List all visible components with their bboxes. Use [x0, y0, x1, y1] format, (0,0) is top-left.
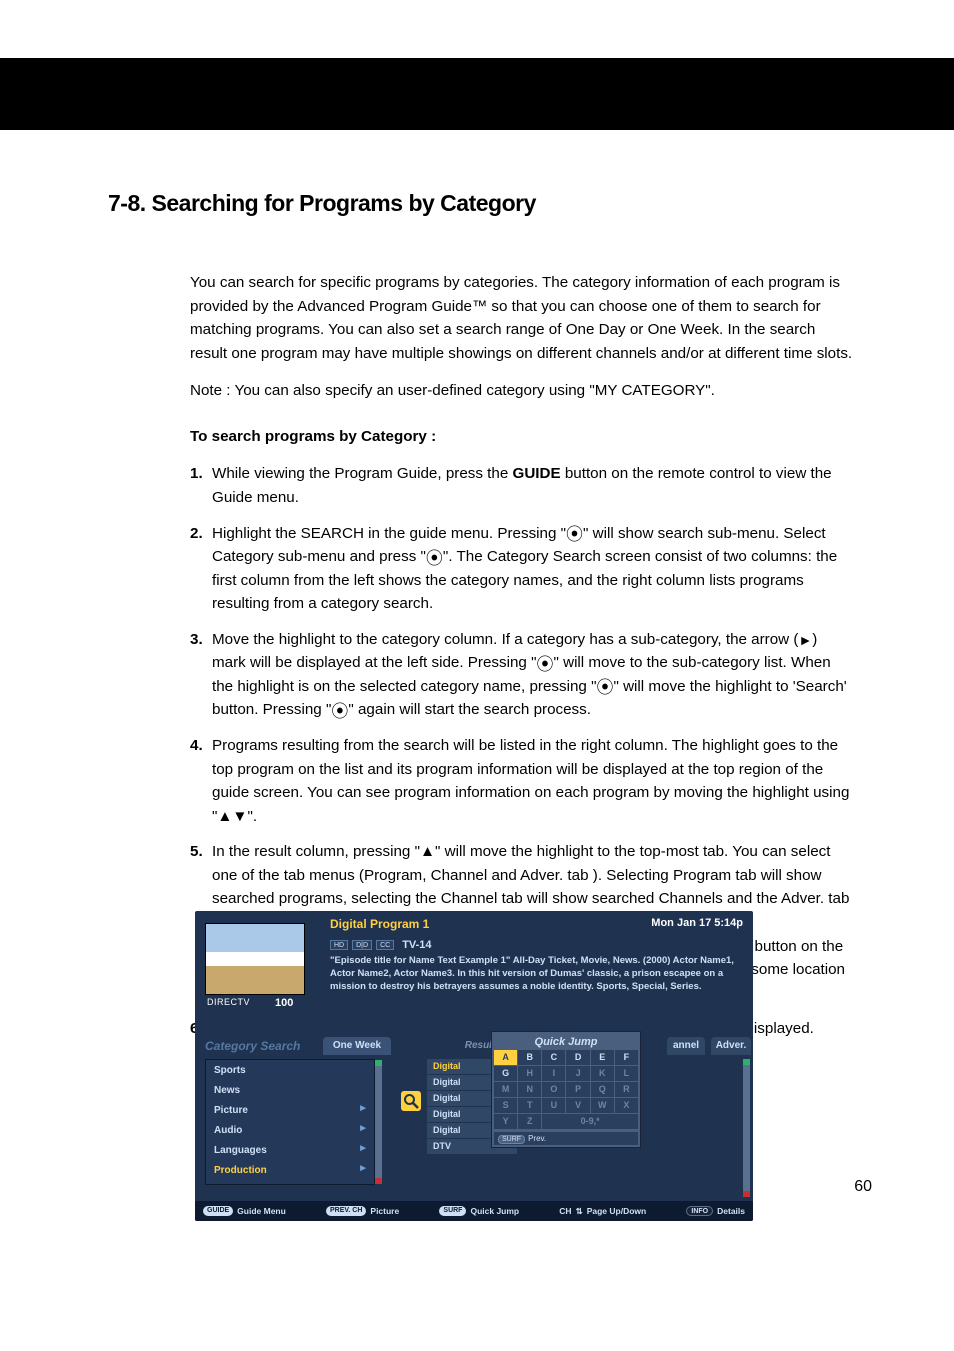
- qj-key[interactable]: A: [494, 1050, 517, 1065]
- header-black-band: [0, 58, 954, 130]
- qj-key[interactable]: W: [591, 1098, 614, 1113]
- qj-key[interactable]: H: [518, 1066, 541, 1081]
- updown-icon: ⇅: [576, 1206, 583, 1217]
- tv-search-area: Category Search One Week Result annel Ad…: [195, 1031, 753, 1201]
- qj-key[interactable]: M: [494, 1082, 517, 1097]
- qj-key[interactable]: U: [542, 1098, 565, 1113]
- program-description: "Episode title for Name Text Example 1" …: [330, 955, 743, 993]
- section-number: 7-8.: [108, 190, 146, 216]
- qj-key[interactable]: G: [494, 1066, 517, 1081]
- qj-key[interactable]: L: [615, 1066, 638, 1081]
- qj-key[interactable]: V: [566, 1098, 589, 1113]
- channel-number: 100: [275, 997, 293, 1009]
- qj-key[interactable]: E: [591, 1050, 614, 1065]
- quick-jump-grid: A B C D E F G H I J K L M N O P Q R S T: [494, 1050, 638, 1129]
- section-heading: 7-8. Searching for Programs by Category: [108, 190, 854, 217]
- program-badges: HD D|D CC TV-14: [330, 939, 432, 951]
- current-time: Mon Jan 17 5:14p: [651, 917, 743, 929]
- qj-key[interactable]: T: [518, 1098, 541, 1113]
- qj-key-numeric[interactable]: 0-9,*: [542, 1114, 638, 1129]
- channel-tab[interactable]: annel: [667, 1037, 705, 1055]
- hint-picture: PREV. CHPicture: [326, 1206, 399, 1216]
- list-item[interactable]: Sports: [206, 1060, 374, 1080]
- qj-key[interactable]: K: [591, 1066, 614, 1081]
- scrollbar[interactable]: [375, 1060, 382, 1184]
- logo-brand: DIRECTV: [207, 997, 250, 1007]
- scrollbar[interactable]: [743, 1059, 750, 1197]
- step-4: 4. Programs resulting from the search wi…: [190, 734, 854, 828]
- step-number: 2.: [190, 522, 203, 546]
- list-item[interactable]: Audio►: [206, 1120, 374, 1140]
- category-list[interactable]: Sports News Picture► Audio► Languages► P…: [205, 1059, 375, 1185]
- program-title: Digital Program 1: [330, 917, 429, 931]
- surf-pill: SURF: [498, 1135, 525, 1144]
- qj-key[interactable]: N: [518, 1082, 541, 1097]
- hint-quickjump: SURFQuick Jump: [439, 1206, 519, 1216]
- quick-jump-popup: Quick Jump A B C D E F G H I J K L M N O…: [491, 1031, 641, 1148]
- range-tab[interactable]: One Week: [323, 1037, 391, 1055]
- step-3: 3. Move the highlight to the category co…: [190, 628, 854, 722]
- tv-info-panel: DIRECTV 100 Digital Program 1 Mon Jan 17…: [195, 911, 753, 1031]
- tv-screenshot-figure: DIRECTV 100 Digital Program 1 Mon Jan 17…: [195, 911, 753, 1221]
- channel-logo: [205, 923, 305, 995]
- quick-jump-prev[interactable]: SURFPrev.: [494, 1132, 638, 1145]
- tv-hint-bar: GUIDEGuide Menu PREV. CHPicture SURFQuic…: [195, 1201, 753, 1221]
- qj-key[interactable]: B: [518, 1050, 541, 1065]
- submenu-arrow-icon: ►: [358, 1123, 368, 1134]
- qj-key[interactable]: J: [566, 1066, 589, 1081]
- select-icon: ⦿: [331, 703, 348, 720]
- audio-badge: D|D: [352, 940, 372, 950]
- list-item[interactable]: Production►: [206, 1160, 374, 1180]
- submenu-arrow-icon: ►: [358, 1143, 368, 1154]
- qj-key[interactable]: O: [542, 1082, 565, 1097]
- step-number: 3.: [190, 628, 203, 652]
- qj-key[interactable]: C: [542, 1050, 565, 1065]
- step-1: 1. While viewing the Program Guide, pres…: [190, 462, 854, 509]
- qj-key[interactable]: I: [542, 1066, 565, 1081]
- qj-key[interactable]: X: [615, 1098, 638, 1113]
- qj-key[interactable]: R: [615, 1082, 638, 1097]
- search-button[interactable]: [401, 1091, 421, 1111]
- select-icon: ⦿: [536, 656, 553, 673]
- submenu-arrow-icon: ►: [358, 1103, 368, 1114]
- procedure-subheading: To search programs by Category :: [190, 425, 854, 449]
- section-title-text: Searching for Programs by Category: [152, 190, 536, 216]
- hd-badge: HD: [330, 940, 348, 950]
- hint-page: CH⇅ Page Up/Down: [559, 1206, 646, 1217]
- adver-tab[interactable]: Adver.: [711, 1037, 751, 1055]
- quick-jump-title: Quick Jump: [494, 1034, 638, 1050]
- select-icon: ⦿: [566, 526, 583, 543]
- qj-key[interactable]: Y: [494, 1114, 517, 1129]
- select-icon: ⦿: [426, 550, 443, 567]
- step-2: 2. Highlight the SEARCH in the guide men…: [190, 522, 854, 616]
- right-arrow-icon: ►: [798, 633, 812, 647]
- hint-details: INFODetails: [686, 1206, 745, 1216]
- qj-key[interactable]: P: [566, 1082, 589, 1097]
- step-number: 5.: [190, 840, 203, 864]
- note-paragraph: Note : You can also specify an user-defi…: [190, 379, 854, 403]
- category-search-label: Category Search: [205, 1039, 300, 1053]
- cc-badge: CC: [376, 940, 394, 950]
- step-number: 1.: [190, 462, 203, 486]
- qj-key[interactable]: Q: [591, 1082, 614, 1097]
- rating-label: TV-14: [402, 939, 431, 951]
- search-icon: [401, 1091, 421, 1111]
- list-item[interactable]: Languages►: [206, 1140, 374, 1160]
- intro-paragraph: You can search for specific programs by …: [190, 271, 854, 365]
- select-icon: ⦿: [596, 679, 613, 696]
- page-number: 60: [854, 1178, 872, 1196]
- list-item[interactable]: Picture►: [206, 1100, 374, 1120]
- qj-key[interactable]: Z: [518, 1114, 541, 1129]
- qj-key[interactable]: S: [494, 1098, 517, 1113]
- submenu-arrow-icon: ►: [358, 1163, 368, 1174]
- qj-key[interactable]: F: [615, 1050, 638, 1065]
- list-item[interactable]: News: [206, 1080, 374, 1100]
- qj-key[interactable]: D: [566, 1050, 589, 1065]
- step-number: 4.: [190, 734, 203, 758]
- hint-guide: GUIDEGuide Menu: [203, 1206, 286, 1216]
